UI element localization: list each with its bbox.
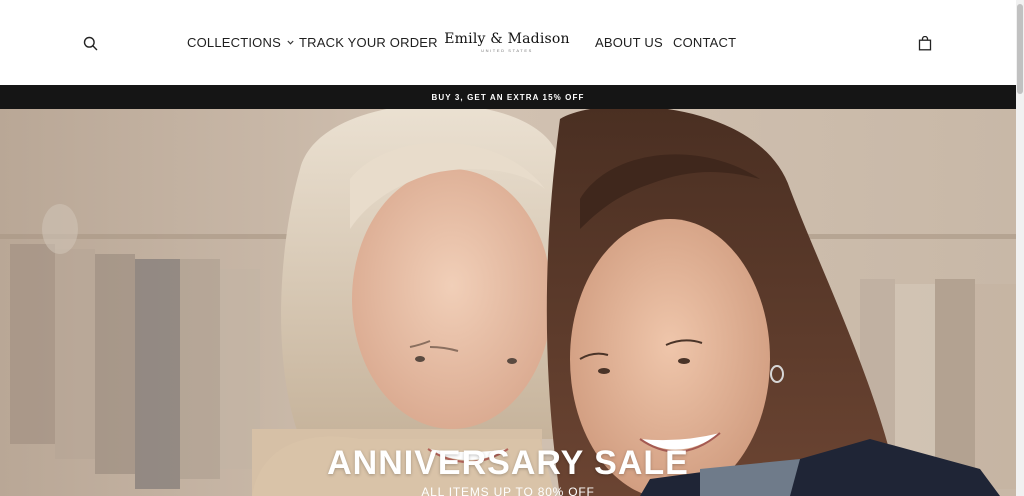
page-scrollbar[interactable] (1016, 0, 1024, 496)
nav-contact[interactable]: CONTACT (673, 35, 736, 50)
announcement-bar: BUY 3, GET AN EXTRA 15% OFF (0, 85, 1016, 109)
chevron-down-icon (287, 40, 294, 45)
hero-image (0, 109, 1016, 496)
nav-collections[interactable]: COLLECTIONS (187, 35, 294, 50)
hero-title: ANNIVERSARY SALE (327, 444, 689, 482)
site-header: COLLECTIONS TRACK YOUR ORDER Emily & Mad… (0, 0, 1016, 85)
brand-logo[interactable]: Emily & Madison UNITED STATES (443, 30, 571, 53)
nav-about-us[interactable]: ABOUT US (595, 35, 663, 50)
scrollbar-thumb[interactable] (1017, 4, 1023, 94)
logo-subtitle: UNITED STATES (481, 48, 533, 53)
page: COLLECTIONS TRACK YOUR ORDER Emily & Mad… (0, 0, 1024, 496)
logo-name: Emily & Madison (444, 31, 570, 47)
hero-banner[interactable]: ANNIVERSARY SALE ALL ITEMS UP TO 80% OFF (0, 109, 1016, 496)
hero-subtitle: ALL ITEMS UP TO 80% OFF (421, 485, 595, 496)
search-icon (83, 36, 97, 50)
nav-track-order[interactable]: TRACK YOUR ORDER (299, 35, 438, 50)
nav-track-order-label: TRACK YOUR ORDER (299, 35, 438, 50)
nav-about-us-label: ABOUT US (595, 35, 663, 50)
announcement-text: BUY 3, GET AN EXTRA 15% OFF (431, 92, 585, 102)
cart-button[interactable] (915, 33, 935, 53)
search-button[interactable] (80, 33, 100, 53)
shopping-bag-icon (918, 35, 932, 50)
nav-contact-label: CONTACT (673, 35, 737, 50)
nav-collections-label: COLLECTIONS (187, 35, 281, 50)
